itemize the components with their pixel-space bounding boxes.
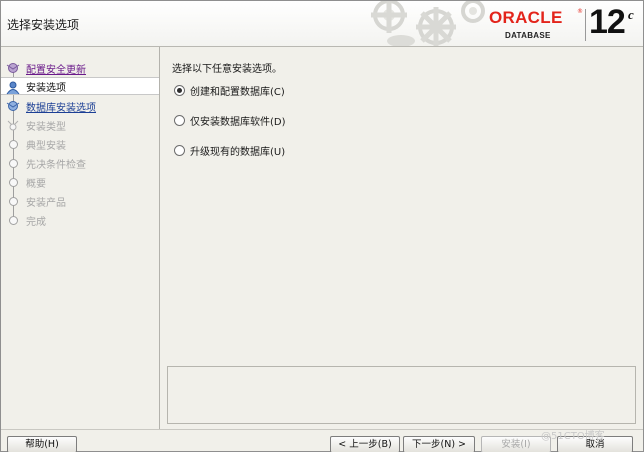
logo-oracle-text: ORACLE — [489, 8, 563, 27]
nav-step-install-type: 安装类型 — [1, 116, 159, 134]
main-content: 选择以下任意安装选项。 创建和配置数据库(C) 仅安装数据库软件(D) 升级现有… — [160, 47, 643, 429]
logo-divider — [585, 9, 586, 41]
option-label: 创建和配置数据库(C) — [190, 87, 285, 98]
radio-button-checked[interactable] — [174, 85, 185, 96]
nav-step-label: 配置安全更新 — [26, 64, 86, 76]
pending-step-icon — [9, 139, 18, 149]
watermark: @51CTO博客 — [541, 431, 605, 442]
nav-step-label: 概要 — [26, 178, 46, 190]
nav-step-finish: 完成 — [1, 211, 159, 229]
nav-step-label: 安装类型 — [26, 121, 66, 133]
logo-version-suffix: c — [628, 7, 634, 22]
nav-step-label: 先决条件检查 — [26, 159, 86, 171]
logo-registered-mark: ® — [577, 8, 583, 15]
nav-step-label: 数据库安装选项 — [26, 102, 96, 114]
radio-button[interactable] — [174, 145, 185, 156]
nav-step-summary: 概要 — [1, 173, 159, 191]
nav-step-label: 安装选项 — [26, 82, 66, 94]
nav-step-prereq-check: 先决条件检查 — [1, 154, 159, 172]
pending-step-icon — [9, 177, 18, 187]
nav-step-label: 安装产品 — [26, 197, 66, 209]
oracle-logo: ORACLE ® DATABASE 12 c — [487, 3, 639, 45]
option-label: 升级现有的数据库(U) — [190, 147, 286, 158]
logo-database-text: DATABASE — [505, 31, 551, 40]
back-button[interactable]: < 上一步(B) — [330, 436, 400, 452]
header-banner: 选择安装选项 ORACLE ® DATABASE 12 c — [1, 1, 643, 47]
option-software-only[interactable]: 仅安装数据库软件(D) — [174, 113, 286, 128]
nav-step-label: 典型安装 — [26, 140, 66, 152]
page-title: 选择安装选项 — [7, 18, 80, 32]
nav-step-install-product: 安装产品 — [1, 192, 159, 210]
option-create-database[interactable]: 创建和配置数据库(C) — [174, 83, 285, 98]
pending-step-icon — [9, 215, 18, 225]
gears-decoration-icon — [371, 1, 485, 46]
option-upgrade-database[interactable]: 升级现有的数据库(U) — [174, 143, 285, 158]
nav-step-install-options[interactable]: 安装选项 — [1, 77, 159, 95]
current-step-icon — [6, 81, 20, 95]
radio-button[interactable] — [174, 115, 185, 126]
next-button[interactable]: 下一步(N) > — [403, 436, 475, 452]
next-step-icon — [6, 101, 20, 111]
nav-step-database-options[interactable]: 数据库安装选项 — [1, 97, 159, 115]
pending-step-icon — [7, 120, 19, 131]
nav-step-label: 完成 — [26, 216, 46, 228]
help-button[interactable]: 帮助(H) — [7, 436, 77, 452]
option-label: 仅安装数据库软件(D) — [190, 117, 286, 128]
step-navigation: 配置安全更新 安装选项 数据库安装选项 安装类型 典型安装 先决条件检查 概要 … — [1, 47, 159, 429]
message-pane — [167, 366, 636, 424]
nav-step-security-updates[interactable]: 配置安全更新 — [1, 59, 159, 77]
completed-step-icon — [6, 63, 20, 73]
pending-step-icon — [9, 196, 18, 206]
instruction-text: 选择以下任意安装选项。 — [172, 64, 282, 75]
logo-version-number: 12 — [589, 3, 626, 41]
nav-step-typical-install: 典型安装 — [1, 135, 159, 153]
pending-step-icon — [9, 158, 18, 168]
installer-window: 选择安装选项 ORACLE ® DATABASE 12 c 配置安全更新 安装选… — [0, 0, 644, 452]
